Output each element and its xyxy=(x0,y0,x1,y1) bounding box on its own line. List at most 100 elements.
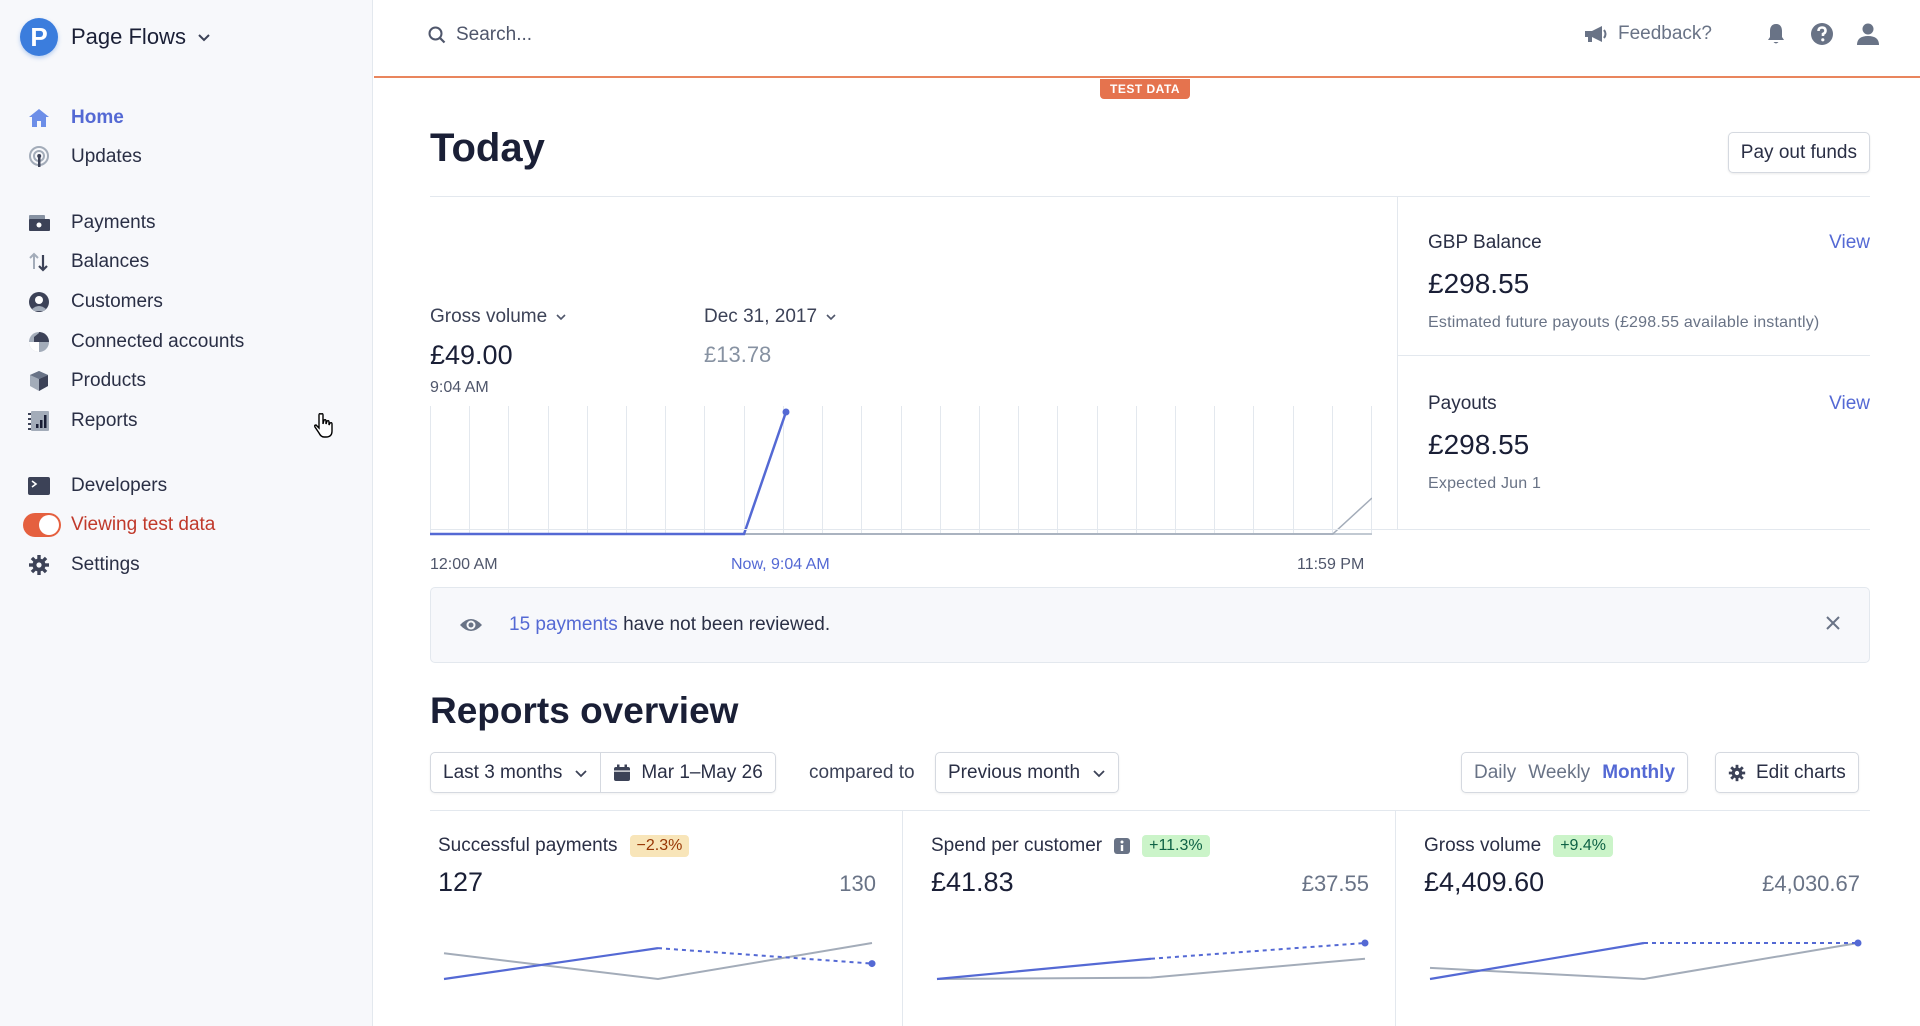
bell-icon[interactable] xyxy=(1764,22,1788,46)
test-data-badge: TEST DATA xyxy=(1100,79,1191,99)
top-actions: Feedback? xyxy=(1584,22,1880,46)
top-bar: Feedback? xyxy=(374,0,1920,78)
edit-charts-label: Edit charts xyxy=(1756,761,1846,783)
today-line-chart xyxy=(430,406,1372,536)
sidebar-item-label: Connected accounts xyxy=(71,330,245,352)
reports-overview-title: Reports overview xyxy=(430,690,739,731)
card-compare-value: £37.55 xyxy=(1301,871,1369,896)
test-data-toggle[interactable]: Viewing test data xyxy=(0,506,373,546)
sidebar-item-customers[interactable]: Customers xyxy=(0,282,373,322)
eye-icon xyxy=(460,619,482,631)
range-dropdown[interactable]: Last 3 months xyxy=(431,753,600,792)
interval-weekly[interactable]: Weekly xyxy=(1522,762,1596,784)
divider xyxy=(430,529,1870,530)
toggle-icon[interactable] xyxy=(23,513,61,538)
sidebar-item-settings[interactable]: Settings xyxy=(0,545,373,585)
chevron-down-icon xyxy=(556,314,566,321)
connected-accounts-icon xyxy=(27,330,51,354)
sidebar-item-products[interactable]: Products xyxy=(0,361,373,401)
search-icon xyxy=(428,26,446,44)
gbp-balance-section: GBP Balance View £298.55 Estimated futur… xyxy=(1428,232,1870,332)
chevron-down-icon xyxy=(826,314,836,321)
search-input[interactable] xyxy=(456,24,856,46)
sidebar-item-home[interactable]: Home xyxy=(0,98,373,138)
compare-period-dropdown[interactable]: Previous month xyxy=(935,752,1120,793)
gear-icon xyxy=(27,553,51,577)
report-cards: Successful payments −2.3% 127 130 Spend … xyxy=(430,810,1870,1026)
close-icon[interactable] xyxy=(1825,615,1841,631)
review-alert: 15 payments have not been reviewed. xyxy=(430,587,1870,663)
chevron-down-icon xyxy=(198,34,210,42)
card-successful-payments[interactable]: Successful payments −2.3% 127 130 xyxy=(430,811,902,1026)
search-bar[interactable] xyxy=(428,24,856,46)
card-value: £4,409.60 xyxy=(1424,867,1545,897)
compare-period-seg[interactable]: Previous month xyxy=(936,753,1118,792)
payments-review-link[interactable]: 15 payments xyxy=(509,614,618,635)
sidebar-item-label: Settings xyxy=(71,553,140,575)
sidebar-item-updates[interactable]: Updates xyxy=(0,138,373,178)
help-icon[interactable] xyxy=(1810,22,1834,46)
interval-daily[interactable]: Daily xyxy=(1468,762,1522,784)
account-name: Page Flows xyxy=(71,24,186,49)
payments-icon xyxy=(27,211,51,235)
sidebar: P Page Flows Home Updates Payments Balan… xyxy=(0,0,373,1026)
user-icon[interactable] xyxy=(1856,22,1880,46)
payouts-section: Payouts View £298.55 Expected Jun 1 xyxy=(1428,393,1870,493)
sparkline-projected xyxy=(1150,942,1366,960)
account-switcher[interactable]: P Page Flows xyxy=(20,18,212,56)
megaphone-icon xyxy=(1584,26,1607,42)
interval-monthly[interactable]: Monthly xyxy=(1596,762,1681,784)
date-range-label: Mar 1–May 26 xyxy=(641,761,763,783)
sidebar-item-label: Balances xyxy=(71,251,150,273)
date-range-picker[interactable]: Mar 1–May 26 xyxy=(600,753,774,792)
info-icon[interactable] xyxy=(1114,837,1131,855)
edit-charts-button[interactable]: Edit charts xyxy=(1715,752,1859,793)
payouts-value: £298.55 xyxy=(1428,429,1530,460)
card-spend-per-customer[interactable]: Spend per customer +11.3% £41.83 £37.55 xyxy=(902,811,1395,1026)
nav-group-bottom: Reports Developers Viewing test data Set… xyxy=(0,466,373,585)
feedback-button[interactable]: Feedback? xyxy=(1584,23,1712,45)
customers-icon xyxy=(27,290,51,314)
sidebar-item-developers[interactable]: Reports Developers xyxy=(0,466,373,506)
sidebar-item-balances[interactable]: Balances xyxy=(0,243,373,283)
broadcast-icon xyxy=(27,145,51,169)
card-title-text: Spend per customer xyxy=(931,835,1103,856)
x-axis-now-label: Now, 9:04 AM xyxy=(731,556,830,573)
sidebar-item-label: Customers xyxy=(71,290,163,312)
card-title: Successful payments −2.3% xyxy=(438,835,690,857)
balance-panel: GBP Balance View £298.55 Estimated futur… xyxy=(1397,196,1870,529)
compare-value: £13.78 xyxy=(704,342,772,367)
products-icon xyxy=(27,369,51,393)
sparkline-gross-volume xyxy=(1429,939,1862,981)
sidebar-item-label: Products xyxy=(71,370,146,392)
chevron-down-icon xyxy=(575,769,587,777)
alert-message: 15 payments have not been reviewed. xyxy=(509,614,830,636)
sparkline-endpoint xyxy=(868,960,876,968)
card-title-text: Gross volume xyxy=(1424,835,1542,856)
sparkline-previous xyxy=(1429,942,1859,981)
balance-view-link[interactable]: View xyxy=(1829,232,1870,254)
nav-group-main: Payments Balances Customers Connected ac… xyxy=(0,203,373,441)
sidebar-item-label: Developers xyxy=(71,474,168,496)
sparkline-endpoint xyxy=(1361,939,1369,947)
sidebar-item-payments[interactable]: Payments xyxy=(0,203,373,243)
payouts-view-link[interactable]: View xyxy=(1829,393,1870,415)
nav-group-top: Home Updates xyxy=(0,98,373,177)
card-gross-volume[interactable]: Gross volume +9.4% £4,409.60 £4,030.67 xyxy=(1395,811,1870,1026)
series-today-point xyxy=(782,408,790,416)
range-label: Last 3 months xyxy=(443,761,563,783)
compare-date-dropdown[interactable]: Dec 31, 2017 xyxy=(704,306,837,328)
card-compare-value: £4,030.67 xyxy=(1762,871,1860,896)
sidebar-item-connected-accounts[interactable]: Connected accounts xyxy=(0,322,373,362)
page-title: Today xyxy=(430,126,545,170)
metric-block: Gross volume £49.00 9:04 AM xyxy=(430,306,567,397)
pay-out-funds-button[interactable]: Pay out funds xyxy=(1727,132,1870,173)
hand-cursor-icon xyxy=(313,412,333,438)
home-icon xyxy=(27,106,51,130)
balance-title: GBP Balance xyxy=(1428,232,1542,253)
metric-time: 9:04 AM xyxy=(430,379,489,396)
card-title: Spend per customer +11.3% xyxy=(931,835,1210,857)
sparkline-spend-per-customer xyxy=(936,939,1369,981)
date-range-control: Last 3 months Mar 1–May 26 xyxy=(430,752,776,793)
metric-dropdown[interactable]: Gross volume xyxy=(430,306,567,328)
